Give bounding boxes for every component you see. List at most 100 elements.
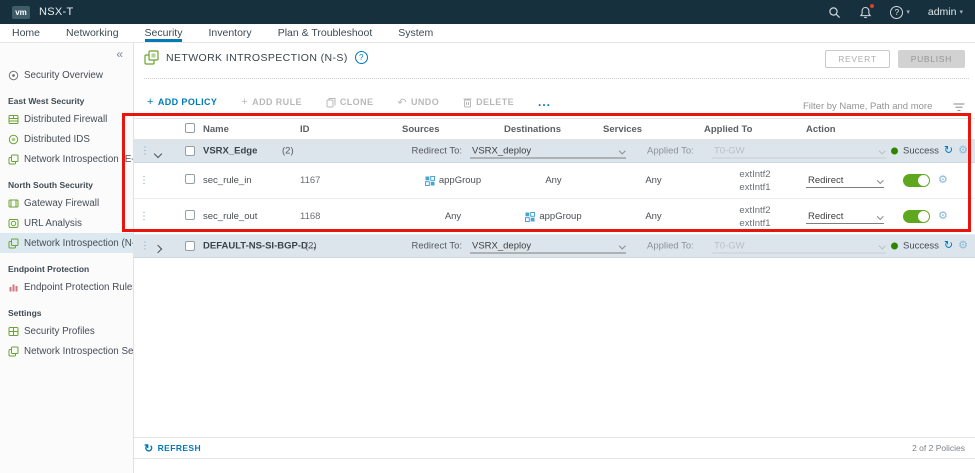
search-icon[interactable] — [828, 6, 841, 19]
nav-item-security[interactable]: Security — [145, 24, 183, 42]
refresh-status-icon[interactable]: ↻ — [944, 241, 953, 252]
filter-input[interactable] — [803, 99, 945, 114]
add-rule-label: ADD RULE — [252, 97, 302, 107]
user-menu[interactable]: admin ▾ — [928, 6, 963, 18]
policy-name: DEFAULT-NS-SI-BGP-D... — [203, 241, 316, 252]
rule-name: sec_rule_in — [203, 175, 300, 186]
filter-icon[interactable] — [953, 99, 965, 117]
drag-handle-icon[interactable]: ⋮ — [140, 242, 150, 251]
select-all-checkbox[interactable] — [185, 123, 195, 133]
help-caret-icon: ▾ — [906, 8, 910, 16]
sidebar-item-distributed-firewall[interactable]: Distributed Firewall — [0, 109, 133, 129]
applied-to-select[interactable]: T0-GW — [712, 144, 886, 159]
policies-count: 2 of 2 Policies — [912, 443, 965, 453]
rule-name: sec_rule_out — [203, 211, 300, 222]
sidebar-item-label: Security Overview — [24, 70, 103, 81]
sidebar: « Security Overview East West Security D… — [0, 43, 134, 473]
sidebar-item-security-profiles[interactable]: Security Profiles — [0, 321, 133, 341]
status-text: Success — [903, 241, 939, 252]
applied-to-select[interactable]: T0-GW — [712, 239, 886, 254]
status-badge: Success ↻ ⚙ — [891, 241, 968, 252]
sidebar-item-network-introspection-ew[interactable]: Network Introspection (E-W) — [0, 149, 133, 169]
sidebar-item-url-analysis[interactable]: URL Analysis — [0, 213, 133, 233]
rule-enabled-toggle[interactable] — [903, 174, 929, 187]
services-cell[interactable]: Any — [603, 175, 704, 186]
redirect-to-select[interactable]: VSRX_deploy — [470, 239, 626, 254]
vmware-logo-text: vm — [15, 8, 27, 17]
action-select[interactable]: Redirect — [806, 173, 884, 188]
undo-icon: ↶ — [397, 96, 407, 109]
settings-gear-icon[interactable]: ⚙ — [958, 146, 968, 157]
vmware-logo: vm — [12, 6, 30, 19]
chevron-down-icon — [877, 213, 883, 219]
introspection-icon — [8, 154, 19, 165]
introspection-settings-icon — [8, 346, 19, 357]
nav-item-inventory[interactable]: Inventory — [208, 24, 251, 42]
sources-cell[interactable]: appGroup — [402, 175, 504, 186]
sidebar-item-network-introspection-ns[interactable]: Network Introspection (N-S) — [0, 233, 133, 253]
chevron-down-icon — [619, 242, 625, 248]
action-select[interactable]: Redirect — [806, 209, 884, 224]
applied-to-cell[interactable]: extIntf2 extIntf1 — [704, 168, 806, 194]
nav-item-networking[interactable]: Networking — [66, 24, 119, 42]
sidebar-item-distributed-ids[interactable]: Distributed IDS — [0, 129, 133, 149]
refresh-label: REFRESH — [158, 443, 201, 453]
rule-row-sec-rule-in[interactable]: ⋮ sec_rule_in 1167 appGroup Any Any extI… — [134, 163, 975, 199]
help-menu[interactable]: ? ▾ — [890, 6, 910, 19]
page-help-icon[interactable]: ? — [355, 51, 368, 64]
sidebar-collapse-icon[interactable]: « — [0, 46, 133, 65]
notifications-bell-icon[interactable] — [859, 6, 872, 19]
nav-item-home[interactable]: Home — [12, 24, 40, 42]
url-analysis-icon — [8, 218, 19, 229]
delete-button[interactable]: DELETE — [463, 97, 514, 108]
sidebar-item-endpoint-protection-rules[interactable]: Endpoint Protection Rules — [0, 277, 133, 297]
policy-rule-count: (2) — [305, 241, 317, 252]
add-rule-button[interactable]: + ADD RULE — [241, 96, 302, 108]
redirect-to-select[interactable]: VSRX_deploy — [470, 144, 626, 159]
policy-checkbox[interactable] — [185, 241, 195, 251]
expand-chevron-icon[interactable] — [154, 245, 162, 253]
sources-cell[interactable]: Any — [402, 211, 504, 222]
settings-gear-icon[interactable]: ⚙ — [938, 175, 948, 186]
refresh-status-icon[interactable]: ↻ — [944, 146, 953, 157]
rule-checkbox[interactable] — [185, 210, 195, 220]
firewall-icon — [8, 114, 19, 125]
settings-gear-icon[interactable]: ⚙ — [958, 241, 968, 252]
nav-item-system[interactable]: System — [398, 24, 433, 42]
drag-handle-icon[interactable]: ⋮ — [139, 211, 149, 222]
add-policy-button[interactable]: + ADD POLICY — [147, 96, 217, 108]
policy-rule-count: (2) — [282, 146, 294, 157]
nav-item-plan-troubleshoot[interactable]: Plan & Troubleshoot — [278, 24, 373, 42]
introspection-icon — [8, 238, 19, 249]
destinations-cell[interactable]: appGroup — [504, 211, 603, 222]
rule-checkbox[interactable] — [185, 174, 195, 184]
sidebar-item-label: Network Introspection (E-W) — [24, 154, 133, 165]
destinations-cell[interactable]: Any — [504, 175, 603, 186]
drag-handle-icon[interactable]: ⋮ — [140, 147, 150, 156]
sidebar-item-label: Security Profiles — [24, 326, 95, 337]
user-caret-icon: ▾ — [959, 8, 963, 16]
redirect-to-value: VSRX_deploy — [472, 145, 531, 156]
policy-row-vsrx-edge[interactable]: ⋮ VSRX_Edge (2) Redirect To: VSRX_deploy… — [134, 140, 975, 163]
rule-row-sec-rule-out[interactable]: ⋮ sec_rule_out 1168 Any appGroup Any ext… — [134, 199, 975, 235]
services-cell[interactable]: Any — [603, 211, 704, 222]
revert-button[interactable]: REVERT — [825, 50, 890, 68]
success-dot-icon — [891, 148, 898, 155]
column-name: Name — [203, 124, 300, 135]
drag-handle-icon[interactable]: ⋮ — [139, 175, 149, 186]
settings-gear-icon[interactable]: ⚙ — [938, 211, 948, 222]
publish-button[interactable]: PUBLISH — [898, 50, 965, 68]
more-options-button[interactable]: ... — [538, 95, 551, 109]
sidebar-item-network-introspection-settings[interactable]: Network Introspection Setti... — [0, 341, 133, 361]
sidebar-item-security-overview[interactable]: Security Overview — [0, 65, 133, 85]
policy-row-default-ns-si-bgp[interactable]: ⋮ DEFAULT-NS-SI-BGP-D... (2) Redirect To… — [134, 235, 975, 258]
collapse-chevron-icon[interactable] — [154, 150, 162, 158]
applied-to-cell[interactable]: extIntf2 extIntf1 — [704, 204, 806, 230]
clone-button[interactable]: CLONE — [326, 97, 374, 108]
refresh-button[interactable]: ↻ REFRESH — [144, 442, 201, 455]
policy-checkbox[interactable] — [185, 146, 195, 156]
chevron-down-icon — [879, 242, 885, 248]
undo-button[interactable]: ↶ UNDO — [397, 96, 439, 109]
rule-enabled-toggle[interactable] — [903, 210, 929, 223]
sidebar-item-gateway-firewall[interactable]: Gateway Firewall — [0, 193, 133, 213]
